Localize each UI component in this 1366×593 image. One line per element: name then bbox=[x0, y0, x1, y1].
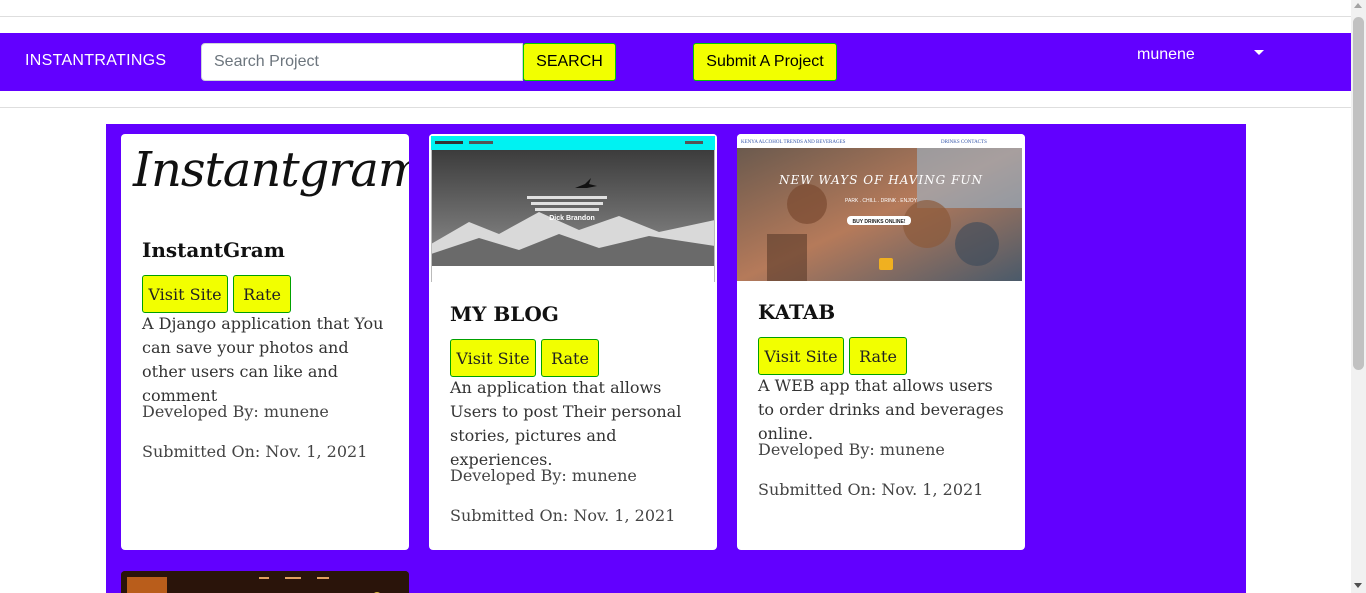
search-input[interactable] bbox=[201, 43, 523, 81]
project-logo: Instantgram bbox=[133, 142, 409, 198]
screenshot-header: KENYA ALCOHOL TRENDS AND BEVERAGES bbox=[741, 140, 846, 145]
project-description: A Django application that You can save y… bbox=[142, 314, 384, 405]
caret-down-icon[interactable] bbox=[1254, 50, 1264, 55]
screenshot-nav: DRINKS CONTACTS bbox=[941, 140, 987, 145]
screenshot-button: BUY DRINKS ONLINE! bbox=[853, 219, 906, 225]
project-description: A WEB app that allows users to order dri… bbox=[758, 376, 1004, 443]
scroll-down-icon[interactable] bbox=[1354, 583, 1362, 588]
project-title: KATAB bbox=[758, 300, 836, 324]
submit-project-button[interactable]: Submit A Project bbox=[693, 43, 837, 81]
project-card: Instantgram InstantGram Visit Site Rate … bbox=[121, 134, 409, 550]
project-title: InstantGram bbox=[142, 238, 285, 262]
project-screenshot[interactable]: KENYA ALCOHOL TRENDS AND BEVERAGES DRINK… bbox=[737, 134, 1025, 282]
project-submitted-date: Submitted On: Nov. 1, 2021 bbox=[758, 480, 984, 499]
project-developer: Developed By: munene bbox=[142, 402, 329, 421]
nav-divider bbox=[0, 107, 1351, 108]
vertical-scrollbar[interactable] bbox=[1351, 0, 1366, 593]
scroll-up-icon[interactable] bbox=[1354, 3, 1362, 8]
project-developer: Developed By: munene bbox=[450, 466, 637, 485]
brand-link[interactable]: INSTANTRATINGS bbox=[25, 52, 166, 70]
top-divider bbox=[0, 16, 1351, 17]
project-card-partial[interactable] bbox=[121, 571, 409, 593]
visit-site-button[interactable]: Visit Site bbox=[758, 337, 844, 375]
rate-button[interactable]: Rate bbox=[233, 275, 291, 313]
visit-site-button[interactable]: Visit Site bbox=[142, 275, 228, 313]
screenshot-hero: NEW WAYS OF HAVING FUN bbox=[778, 173, 983, 187]
rate-button[interactable]: Rate bbox=[541, 339, 599, 377]
scrollbar-thumb[interactable] bbox=[1353, 17, 1364, 370]
project-title: MY BLOG bbox=[450, 302, 559, 326]
project-submitted-date: Submitted On: Nov. 1, 2021 bbox=[450, 506, 676, 525]
visit-site-button[interactable]: Visit Site bbox=[450, 339, 536, 377]
project-description: An application that allows Users to post… bbox=[450, 378, 682, 469]
project-submitted-date: Submitted On: Nov. 1, 2021 bbox=[142, 442, 368, 461]
rate-button[interactable]: Rate bbox=[849, 337, 907, 375]
project-screenshot[interactable]: Dick Brandon bbox=[429, 134, 717, 284]
user-menu[interactable]: munene bbox=[1137, 46, 1195, 64]
navbar: INSTANTRATINGS SEARCH Submit A Project m… bbox=[0, 33, 1351, 91]
screenshot-sub: PARK . CHILL . DRINK . ENJOY bbox=[845, 198, 918, 204]
screenshot-quote-author: Dick Brandon bbox=[549, 215, 595, 222]
project-developer: Developed By: munene bbox=[758, 440, 945, 459]
project-card: KENYA ALCOHOL TRENDS AND BEVERAGES DRINK… bbox=[737, 134, 1025, 550]
search-button[interactable]: SEARCH bbox=[523, 43, 616, 81]
project-card: Dick Brandon MY BLOG Visit Site Rate An … bbox=[429, 134, 717, 550]
